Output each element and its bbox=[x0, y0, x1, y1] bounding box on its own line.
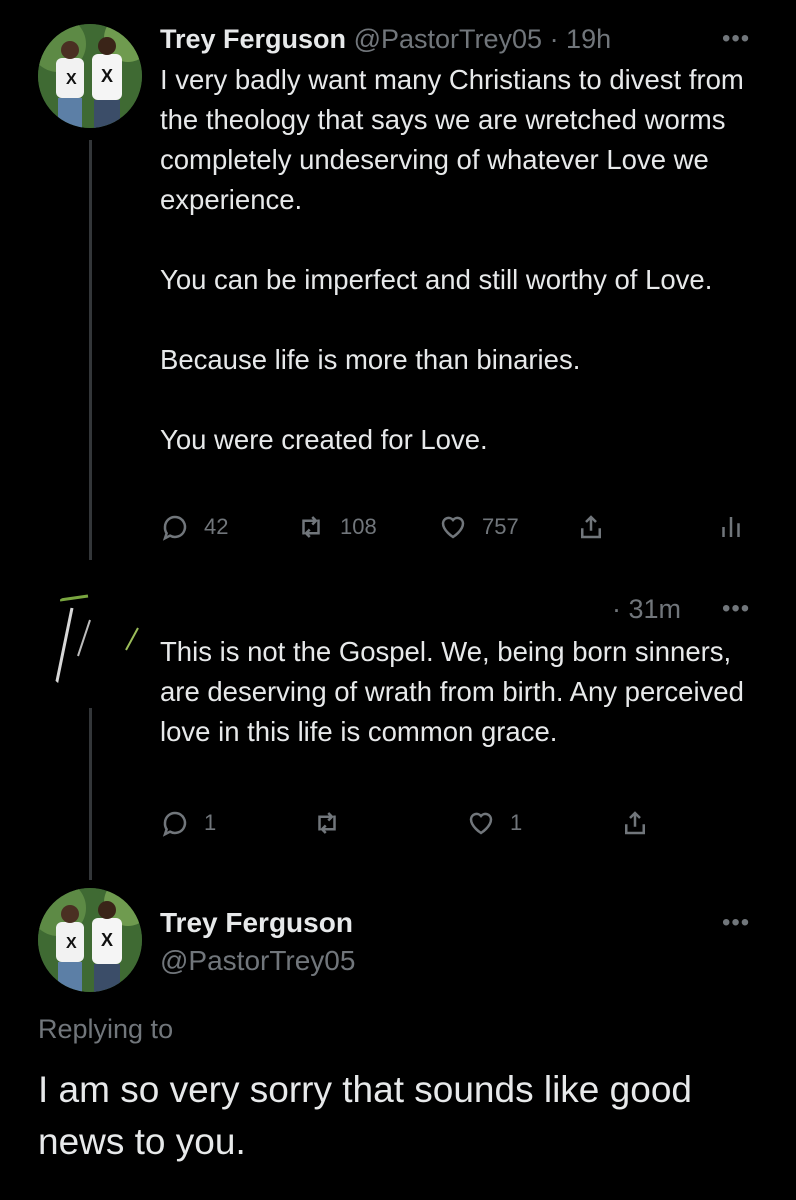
reply-count: 1 bbox=[204, 810, 217, 835]
like-count: 1 bbox=[510, 810, 523, 835]
avatar-photo: X X bbox=[38, 24, 142, 128]
avatar[interactable] bbox=[38, 590, 142, 694]
more-icon[interactable]: ••• bbox=[722, 911, 750, 935]
share-button[interactable] bbox=[620, 808, 650, 838]
tweet-time[interactable]: · 31m bbox=[612, 592, 681, 626]
like-count: 757 bbox=[482, 514, 519, 539]
avatar-photo: X X bbox=[38, 888, 142, 992]
tweet-header: Trey Ferguson @PastorTrey05 · 19h bbox=[160, 22, 611, 56]
tweet-text: This is not the Gospel. We, being born s… bbox=[160, 636, 744, 747]
share-icon bbox=[625, 811, 645, 835]
tweet-text: I am so very sorry that sounds like good… bbox=[38, 1069, 692, 1162]
author-name[interactable]: Trey Ferguson bbox=[160, 906, 353, 940]
reply-button[interactable]: 1 bbox=[160, 808, 216, 838]
like-button[interactable]: 1 bbox=[466, 808, 522, 838]
analytics-button[interactable] bbox=[716, 512, 746, 542]
tweet-text: I very badly want many Christians to div… bbox=[160, 64, 744, 455]
svg-text:X: X bbox=[66, 935, 77, 952]
retweet-button[interactable]: 108 bbox=[296, 512, 377, 542]
reply-button[interactable]: 42 bbox=[160, 512, 228, 542]
avatar[interactable]: X X bbox=[38, 888, 142, 992]
more-icon[interactable]: ••• bbox=[722, 27, 750, 51]
author-name[interactable]: Trey Ferguson bbox=[160, 24, 346, 54]
retweet-count: 108 bbox=[340, 514, 377, 539]
svg-text:X: X bbox=[101, 930, 113, 950]
retweet-icon bbox=[318, 812, 336, 834]
author-handle[interactable]: @PastorTrey05 bbox=[354, 24, 542, 54]
replying-to: Replying to bbox=[38, 1014, 174, 1044]
author-handle[interactable]: @PastorTrey05 bbox=[160, 944, 355, 978]
thread-line bbox=[89, 708, 92, 880]
avatar[interactable]: X X bbox=[38, 24, 142, 128]
share-icon bbox=[581, 515, 601, 539]
retweet-button[interactable] bbox=[312, 808, 342, 838]
svg-text:X: X bbox=[101, 66, 113, 86]
heart-icon bbox=[441, 516, 465, 539]
tweet-time[interactable]: · 19h bbox=[550, 24, 612, 54]
svg-text:X: X bbox=[66, 71, 77, 88]
like-button[interactable]: 757 bbox=[438, 512, 519, 542]
share-button[interactable] bbox=[576, 512, 606, 542]
analytics-icon bbox=[722, 517, 740, 537]
avatar-photo bbox=[38, 590, 142, 694]
reply-icon bbox=[162, 515, 187, 541]
more-icon[interactable]: ••• bbox=[722, 597, 750, 621]
reply-count: 42 bbox=[204, 514, 229, 539]
reply-icon bbox=[162, 811, 187, 837]
thread-line bbox=[89, 140, 92, 560]
retweet-icon bbox=[302, 516, 320, 538]
heart-icon bbox=[469, 812, 493, 835]
